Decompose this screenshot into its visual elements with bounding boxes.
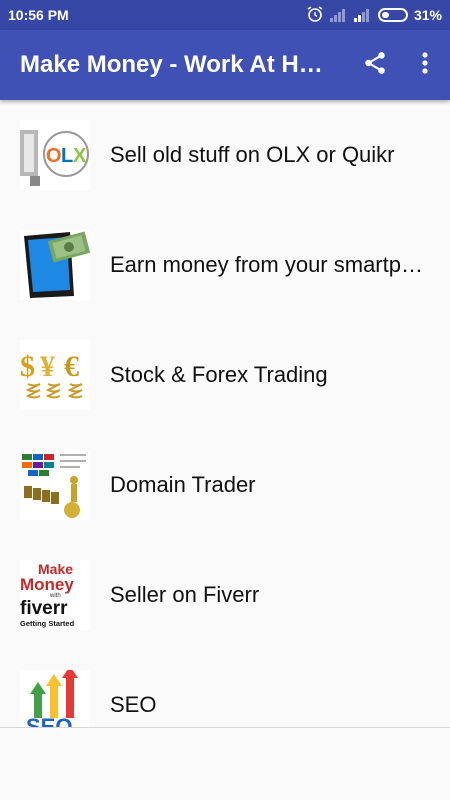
list-item-label: Earn money from your smartphone: [110, 252, 430, 277]
svg-text:X: X: [73, 145, 87, 167]
battery-icon: [377, 8, 408, 22]
smartphone-money-thumbnail: [20, 230, 90, 300]
share-icon: [362, 50, 388, 81]
list-item[interactable]: Domain Trader: [0, 430, 450, 540]
svg-text:€: €: [64, 350, 79, 383]
alarm-icon: [306, 5, 324, 26]
list-item-label: Sell old stuff on OLX or Quikr: [110, 142, 395, 167]
list-item[interactable]: $ ¥ € Stock & Forex Trading: [0, 320, 450, 430]
app-title: Make Money - Work At Home: [20, 51, 332, 78]
fiverr-thumb-getting-started: Getting Started: [20, 619, 75, 628]
signal-icon: [353, 8, 372, 22]
share-button[interactable]: [350, 40, 400, 90]
status-bar: 10:56 PM 31%: [0, 0, 450, 30]
list-item-label: Domain Trader: [110, 472, 256, 497]
battery-percent: 31%: [413, 7, 442, 23]
overflow-menu-button[interactable]: [400, 40, 450, 90]
fiverr-thumb-fiverr: fiverr: [20, 598, 68, 619]
list-item-label: Stock & Forex Trading: [110, 362, 328, 387]
seo-thumbnail: SEO: [20, 670, 90, 727]
list-item-label: SEO: [110, 692, 157, 717]
list-item[interactable]: Earn money from your smartphone: [0, 210, 450, 320]
svg-text:¥: ¥: [40, 350, 55, 383]
svg-text:$: $: [20, 350, 35, 383]
seo-thumb-text: SEO: [26, 714, 72, 727]
divider: [0, 727, 450, 728]
app-bar: Make Money - Work At Home: [0, 30, 450, 100]
status-time: 10:56 PM: [8, 7, 69, 23]
olx-thumbnail: O L X: [20, 120, 90, 190]
list-item[interactable]: Make Money with fiverr Getting Started S…: [0, 540, 450, 650]
fiverr-thumb-money: Money: [20, 575, 74, 594]
domain-thumbnail: [20, 450, 90, 520]
svg-text:O: O: [46, 145, 62, 167]
signal-weak-icon: [329, 8, 348, 22]
list-item[interactable]: O L X Sell old stuff on OLX or Quikr: [0, 100, 450, 210]
currency-symbols-thumbnail: $ ¥ €: [20, 340, 90, 410]
more-vert-icon: [421, 51, 429, 80]
list-item-label: Seller on Fiverr: [110, 582, 260, 607]
topic-list: O L X Sell old stuff on OLX or Quikr Ear…: [0, 100, 450, 727]
svg-text:L: L: [61, 145, 73, 167]
fiverr-thumbnail: Make Money with fiverr Getting Started: [20, 560, 90, 630]
list-item[interactable]: SEO SEO: [0, 650, 450, 727]
